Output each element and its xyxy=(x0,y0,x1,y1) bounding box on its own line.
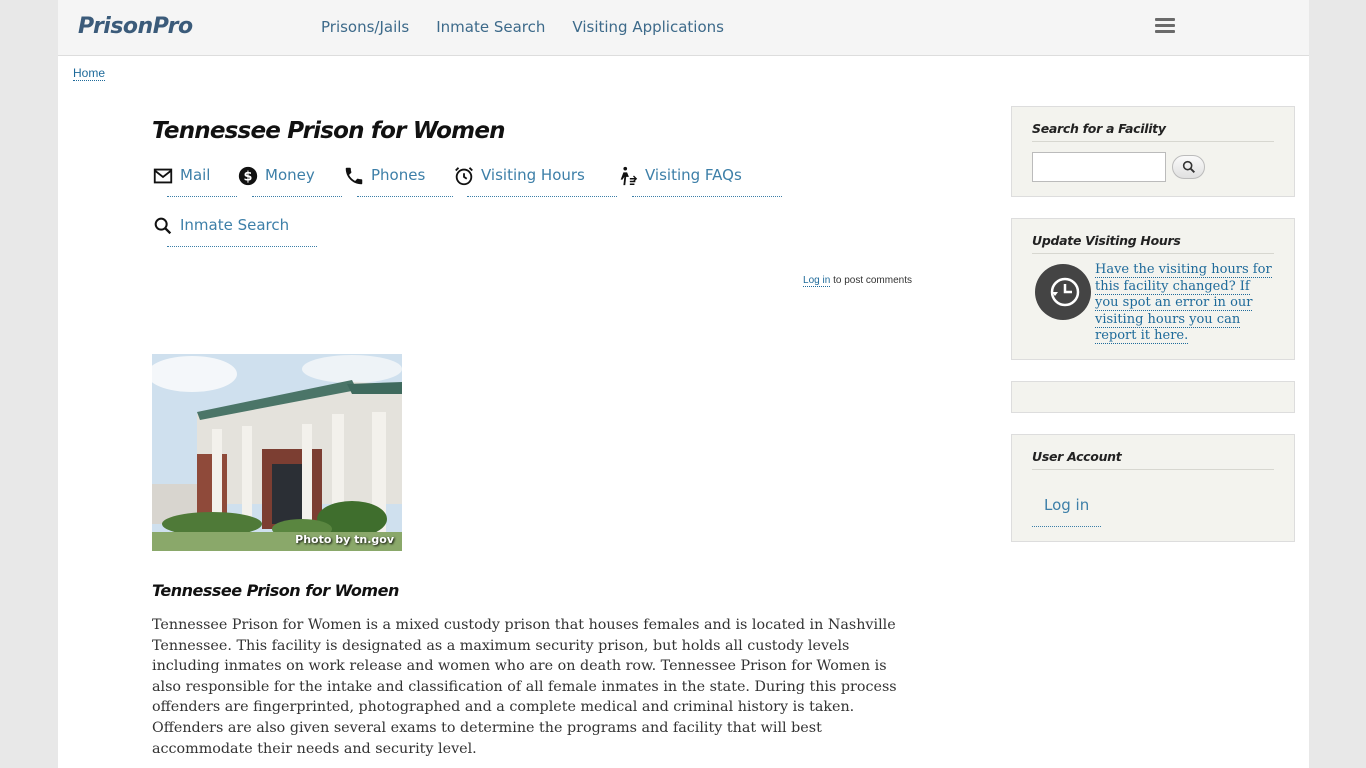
facility-search-button[interactable] xyxy=(1172,155,1205,179)
tab-phones[interactable]: Phones xyxy=(343,166,453,197)
update-visiting-hours-block: Update Visiting Hours Have the visiting … xyxy=(1011,218,1295,360)
svg-text:$: $ xyxy=(244,170,253,185)
clock-history-icon xyxy=(1035,264,1091,320)
page-title: Tennessee Prison for Women xyxy=(152,118,506,144)
tab-mail[interactable]: Mail xyxy=(152,166,237,197)
hamburger-menu-icon[interactable] xyxy=(1155,18,1175,34)
tab-visiting-faqs-label: Visiting FAQs xyxy=(645,166,742,184)
nav-prisons-jails[interactable]: Prisons/Jails xyxy=(321,18,409,36)
report-visiting-hours-text: Have the visiting hours for this facilit… xyxy=(1095,262,1272,344)
money-icon: $ xyxy=(238,166,258,186)
photo-credit: Photo by tn.gov xyxy=(295,533,394,546)
facility-photo: Photo by tn.gov xyxy=(152,354,402,551)
search-icon xyxy=(154,217,172,235)
facility-search-input[interactable] xyxy=(1032,152,1166,182)
account-login-link[interactable]: Log in xyxy=(1032,496,1102,527)
report-visiting-hours-link[interactable]: Have the visiting hours for this facilit… xyxy=(1095,262,1274,345)
alarm-clock-icon xyxy=(455,167,473,186)
mail-icon xyxy=(153,168,173,184)
phone-icon xyxy=(345,167,363,185)
magnifier-icon xyxy=(1182,160,1195,173)
user-account-block: User Account Log in xyxy=(1011,433,1295,542)
page: PrisonPro Prisons/Jails Inmate Search Vi… xyxy=(58,0,1309,768)
site-logo[interactable]: PrisonPro xyxy=(78,14,193,39)
tab-visiting-hours[interactable]: Visiting Hours xyxy=(453,166,617,197)
facility-tabs: Mail $ Money Phones Visiting Hours Visit… xyxy=(152,166,912,286)
empty-sidebar-block xyxy=(1011,380,1295,413)
facility-building-image xyxy=(152,354,402,551)
main-content: Tennessee Prison for Women Mail $ Money … xyxy=(152,110,912,757)
user-account-title: User Account xyxy=(1032,449,1274,470)
site-header: PrisonPro Prisons/Jails Inmate Search Vi… xyxy=(58,0,1309,56)
nav-visiting-applications[interactable]: Visiting Applications xyxy=(572,18,724,36)
nav-inmate-search[interactable]: Inmate Search xyxy=(436,18,545,36)
sidebar: Search for a Facility Update Visiting Ho… xyxy=(1011,106,1295,563)
section-subtitle: Tennessee Prison for Women xyxy=(152,581,399,600)
facility-description: Tennessee Prison for Women is a mixed cu… xyxy=(152,617,897,757)
main-nav: Prisons/Jails Inmate Search Visiting App… xyxy=(321,18,751,36)
tab-visiting-faqs[interactable]: Visiting FAQs xyxy=(617,166,782,197)
tab-inmate-search-label: Inmate Search xyxy=(180,216,290,234)
visitor-icon xyxy=(620,166,638,186)
tab-phones-label: Phones xyxy=(371,166,426,184)
tab-inmate-search[interactable]: Inmate Search xyxy=(152,216,317,247)
tab-money[interactable]: $ Money xyxy=(237,166,342,197)
tab-visiting-hours-label: Visiting Hours xyxy=(481,166,585,184)
search-facility-title: Search for a Facility xyxy=(1032,121,1274,142)
tab-mail-label: Mail xyxy=(180,166,211,184)
login-note: Log in to post comments xyxy=(803,275,912,287)
breadcrumb-home-link[interactable]: Home xyxy=(73,66,106,81)
tab-money-label: Money xyxy=(265,166,315,184)
search-facility-block: Search for a Facility xyxy=(1011,106,1295,197)
update-visiting-hours-title: Update Visiting Hours xyxy=(1032,233,1274,254)
login-note-text: to post comments xyxy=(830,275,912,286)
breadcrumb: Home xyxy=(73,66,106,81)
login-to-comment-link[interactable]: Log in xyxy=(803,275,831,287)
